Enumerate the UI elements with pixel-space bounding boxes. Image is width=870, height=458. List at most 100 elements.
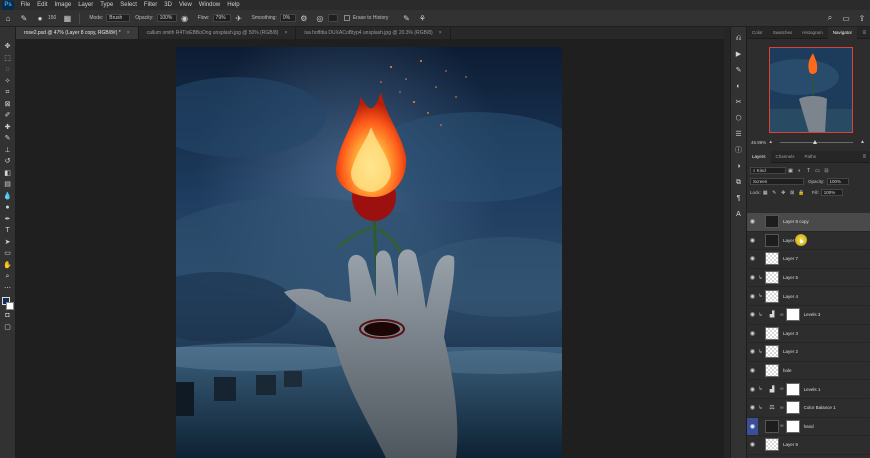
panel-menu-icon[interactable]: ≡ [862, 30, 866, 36]
zoom-tool-icon[interactable]: ⌕ [2, 271, 13, 282]
paragraph-panel-icon[interactable]: ¶ [733, 193, 744, 204]
document-canvas[interactable] [176, 47, 562, 458]
opacity-field[interactable]: 100% [156, 14, 177, 22]
layer-mask-thumbnail[interactable] [785, 419, 800, 433]
history-panel-icon[interactable]: ⎌ [733, 33, 744, 44]
layer-row[interactable]: ◉ ↳ Layer 4 [747, 287, 870, 306]
layer-thumbnail[interactable] [765, 326, 779, 340]
lock-image-icon[interactable]: ✎ [771, 190, 777, 196]
layer-comps-icon[interactable]: ⧉ [733, 177, 744, 188]
color-swatches[interactable] [1, 297, 14, 310]
layer-thumbnail[interactable] [765, 215, 779, 229]
home-icon[interactable]: ⌂ [3, 13, 13, 23]
pen-tool-icon[interactable]: ✒ [2, 214, 13, 225]
type-tool-icon[interactable]: T [2, 225, 13, 236]
layer-row[interactable]: ◉ ↳ Layer 5 [747, 269, 870, 288]
gradient-tool-icon[interactable]: ▤ [2, 179, 13, 190]
menu-file[interactable]: File [17, 2, 34, 8]
erase-to-history-checkbox[interactable] [343, 15, 350, 21]
background-color-swatch[interactable] [5, 302, 14, 310]
mask-link-icon[interactable]: ∞ [780, 423, 784, 429]
clone-stamp-tool-icon[interactable]: ⊥ [2, 145, 13, 156]
play-actions-icon[interactable]: ▶ [733, 49, 744, 60]
zoom-slider[interactable] [780, 139, 853, 144]
layer-row[interactable]: ◉ Layer 8 copy [747, 213, 870, 232]
quick-mask-icon[interactable]: ◘ [2, 310, 13, 321]
history-brush-tool-icon[interactable]: ↺ [2, 156, 13, 167]
filter-pixel-icon[interactable]: ▣ [788, 168, 794, 174]
healing-brush-tool-icon[interactable]: ✚ [2, 122, 13, 133]
search-icon[interactable]: ⌕ [825, 13, 835, 23]
layer-row[interactable]: ◉ hole [747, 362, 870, 381]
layer-row[interactable]: ◉ ∞ hand [747, 417, 870, 437]
close-icon[interactable]: × [127, 30, 130, 36]
path-selection-tool-icon[interactable]: ➤ [2, 237, 13, 248]
menu-image[interactable]: Image [51, 2, 75, 8]
visibility-eye-icon[interactable]: ◉ [747, 399, 758, 417]
menu-select[interactable]: Select [117, 2, 141, 8]
angle-icon[interactable]: ◎ [315, 13, 325, 23]
visibility-eye-icon[interactable]: ◉ [747, 436, 758, 454]
marquee-tool-icon[interactable]: ⬚ [2, 53, 13, 64]
levels-adjustment-icon[interactable]: ▟ [765, 382, 779, 396]
layer-row[interactable]: ◉ ↳ Layer 2 [747, 343, 870, 362]
hand-tool-icon[interactable]: ✋ [2, 260, 13, 271]
channels-panel-icon[interactable]: ◑ [733, 161, 744, 172]
tab-histogram[interactable]: Histogram [797, 27, 828, 39]
adjustments-icon[interactable]: ◐ [733, 81, 744, 92]
layer-name[interactable]: Layer 7 [783, 256, 798, 261]
menu-edit[interactable]: Edit [34, 2, 51, 8]
visibility-eye-icon[interactable]: ◉ [747, 325, 758, 343]
layer-row[interactable]: ◉ ↳ ▟ ∞ Levels 3 [747, 306, 870, 325]
tab-paths[interactable]: Paths [800, 151, 822, 163]
filter-shape-icon[interactable]: ▭ [815, 168, 821, 174]
mode-select[interactable]: Brush [106, 14, 131, 22]
visibility-eye-icon[interactable]: ◉ [747, 213, 758, 231]
layer-name[interactable]: Layer 4 [783, 294, 798, 299]
quick-select-tool-icon[interactable]: ✧ [2, 76, 13, 87]
layer-filter-kind-select[interactable]: ⌕ Kind [750, 167, 786, 174]
lock-transparent-icon[interactable]: ▦ [762, 190, 768, 196]
layer-fill-field[interactable]: 100% [820, 189, 843, 196]
rectangle-tool-icon[interactable]: ▭ [2, 248, 13, 259]
layer-thumbnail[interactable] [765, 438, 779, 452]
panel-menu-icon[interactable]: ≡ [862, 154, 866, 160]
menu-window[interactable]: Window [195, 2, 223, 8]
zoom-slider-knob[interactable] [812, 139, 817, 144]
menu-view[interactable]: View [175, 2, 195, 8]
layer-row[interactable]: ◉ Layer 3 [747, 325, 870, 344]
info-panel-icon[interactable]: ⓘ [733, 145, 744, 156]
layer-thumbnail[interactable] [765, 364, 779, 378]
layer-opacity-field[interactable]: 100% [826, 178, 849, 185]
navigator-view-frame[interactable] [769, 47, 853, 133]
mask-link-icon[interactable]: ∞ [780, 386, 784, 392]
mask-link-icon[interactable]: ∞ [780, 405, 784, 411]
filter-type-icon[interactable]: T [806, 168, 812, 174]
tab-navigator[interactable]: Navigator [827, 26, 858, 39]
menu-help[interactable]: Help [224, 2, 243, 8]
layer-row[interactable]: ◉ ↳ ⚖ ∞ Color Balance 1 [747, 399, 870, 418]
eyedropper-tool-icon[interactable]: ✐ [2, 110, 13, 121]
lock-position-icon[interactable]: ✥ [780, 190, 786, 196]
levels-adjustment-icon[interactable]: ▟ [765, 308, 779, 322]
layer-name[interactable]: Layer 6 [783, 442, 798, 447]
layer-thumbnail[interactable] [765, 289, 779, 303]
eraser-tool-icon[interactable]: ◧ [2, 168, 13, 179]
visibility-eye-icon[interactable]: ◉ [747, 343, 758, 361]
smoothing-field[interactable]: 0% [279, 14, 296, 22]
visibility-eye-icon[interactable]: ◉ [747, 269, 758, 287]
tools-panel-icon[interactable]: ✂ [733, 97, 744, 108]
layer-row[interactable]: ◉ Layer 8 [747, 232, 870, 251]
properties-panel-icon[interactable]: ☰ [733, 129, 744, 140]
visibility-eye-icon[interactable]: ◉ [747, 362, 758, 380]
layer-thumbnail[interactable] [765, 345, 779, 359]
menu-layer[interactable]: Layer [75, 2, 97, 8]
brush-settings-icon[interactable]: ▦ [62, 13, 72, 23]
flow-field[interactable]: 79% [212, 14, 231, 22]
pressure-size-icon[interactable]: ✎ [401, 13, 411, 23]
3d-icon[interactable]: ⬡ [733, 113, 744, 124]
tab-layers[interactable]: Layers [747, 150, 771, 163]
workspace-icon[interactable]: ▭ [841, 13, 851, 23]
tab-swatches[interactable]: Swatches [768, 27, 798, 39]
menu-3d[interactable]: 3D [161, 2, 176, 8]
